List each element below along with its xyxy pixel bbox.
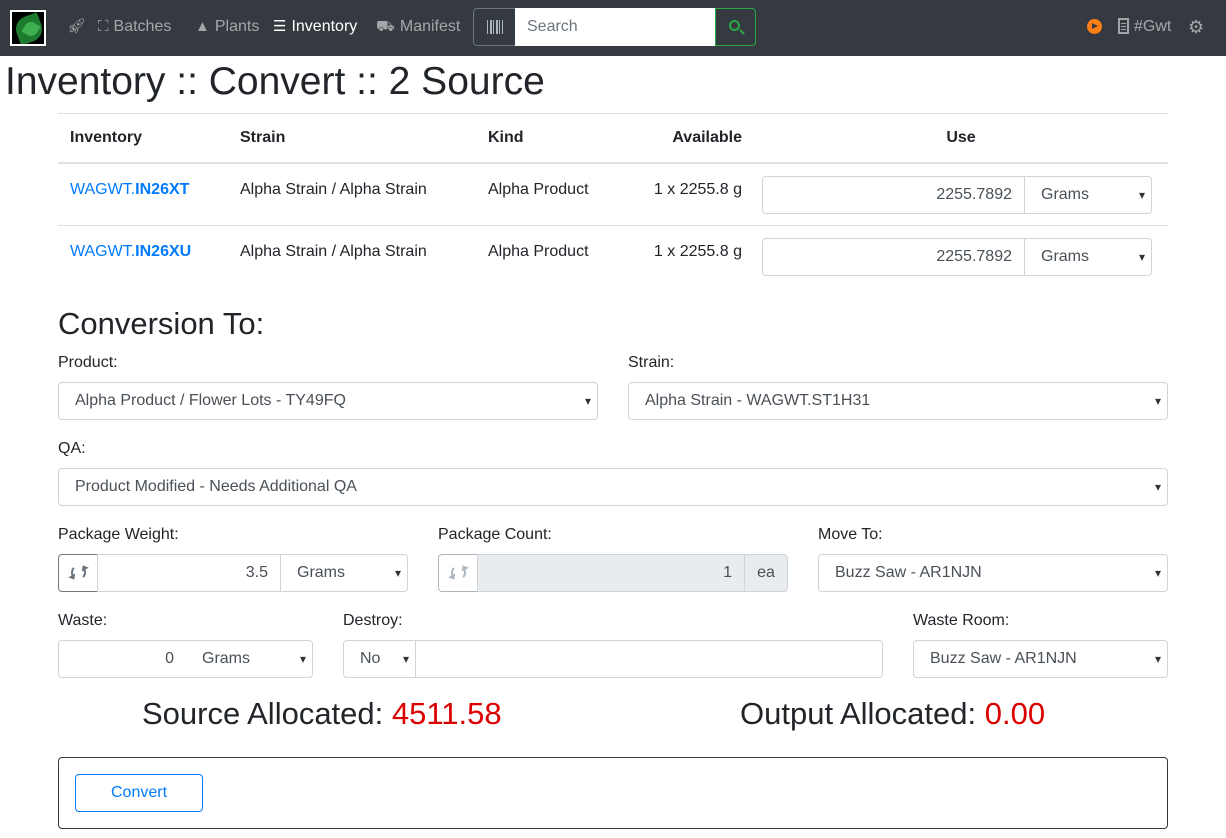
rocket-icon: 🚀︎ <box>67 18 87 35</box>
use-unit-select[interactable]: Grams <box>1025 238 1152 276</box>
play-circle-icon[interactable] <box>1087 19 1102 34</box>
table-header-row: Inventory Strain Kind Available Use <box>58 113 1168 164</box>
inventory-link[interactable]: WAGWT.IN26XT <box>70 181 189 198</box>
col-inventory: Inventory <box>58 113 228 164</box>
inventory-prefix: WAGWT. <box>70 243 136 260</box>
destroy-label: Destroy: <box>343 612 403 629</box>
output-allocated-label: Output Allocated: <box>740 696 985 731</box>
truck-icon: ⛟ <box>376 18 395 35</box>
row-available: 1 x 2255.8 g <box>616 162 754 226</box>
nav-dashboard[interactable]: 🚀︎ <box>67 17 91 37</box>
inventory-id: IN26XU <box>135 243 192 260</box>
row-kind: Alpha Product <box>476 162 616 226</box>
output-allocated-value: 0.00 <box>984 696 1046 731</box>
product-label: Product: <box>58 354 118 371</box>
org-label[interactable]: #Gwt <box>1134 17 1171 37</box>
action-panel: Convert <box>58 757 1168 829</box>
waste-label: Waste: <box>58 612 108 629</box>
table-row: WAGWT.IN26XT Alpha Strain / Alpha Strain… <box>58 162 1168 226</box>
move-to-select[interactable]: Buzz Saw - AR1NJN <box>818 554 1168 592</box>
convert-button[interactable]: Convert <box>75 774 203 812</box>
nav-manifest-label: Manifest <box>399 18 461 35</box>
building-icon <box>1118 18 1129 34</box>
page-title: Inventory :: Convert :: 2 Source <box>5 60 545 103</box>
waste-input[interactable] <box>58 640 187 678</box>
move-to-label: Move To: <box>818 526 883 543</box>
table-row: WAGWT.IN26XU Alpha Strain / Alpha Strain… <box>58 225 1168 289</box>
product-select[interactable]: Alpha Product / Flower Lots - TY49FQ <box>58 382 598 420</box>
package-weight-recalc-button[interactable] <box>58 554 98 592</box>
sync-icon <box>451 565 466 580</box>
row-strain: Alpha Strain / Alpha Strain <box>228 225 476 289</box>
tree-icon: ▲ <box>195 18 210 35</box>
nav-batches[interactable]: ⛶ Batches <box>98 17 171 37</box>
conversion-title: Conversion To: <box>58 306 265 341</box>
package-weight-label: Package Weight: <box>58 526 179 543</box>
crop-frame-icon: ⛶ <box>98 18 109 35</box>
source-inventory-table: Inventory Strain Kind Available Use WAGW… <box>58 113 1168 289</box>
nav-inventory-label: Inventory <box>291 18 358 35</box>
waste-room-select[interactable]: Buzz Saw - AR1NJN <box>913 640 1168 678</box>
row-available: 1 x 2255.8 g <box>616 225 754 289</box>
search-button[interactable] <box>715 8 756 46</box>
inventory-link[interactable]: WAGWT.IN26XU <box>70 243 191 260</box>
app-logo[interactable] <box>10 10 46 46</box>
search-icon <box>729 20 740 31</box>
nav-inventory[interactable]: ☰ Inventory <box>273 17 357 37</box>
nav-batches-label: Batches <box>113 18 172 35</box>
list-icon: ☰ <box>273 18 287 35</box>
package-weight-input[interactable] <box>97 554 281 592</box>
source-allocated-value: 4511.58 <box>391 696 502 731</box>
package-weight-unit-select[interactable]: Grams <box>281 554 408 592</box>
inventory-id: IN26XT <box>135 180 190 198</box>
col-kind: Kind <box>476 113 616 164</box>
waste-unit-select[interactable]: Grams <box>186 640 313 678</box>
row-kind: Alpha Product <box>476 225 616 289</box>
search-input[interactable] <box>515 8 716 46</box>
use-quantity-input[interactable] <box>762 175 1025 214</box>
strain-select[interactable]: Alpha Strain - WAGWT.ST1H31 <box>628 382 1168 420</box>
output-allocated: Output Allocated: 0.00 <box>740 696 1045 732</box>
top-navbar: 🚀︎ ⛶ Batches ▲ Plants ☰ Inventory ⛟ Manifest… <box>0 0 1226 56</box>
inventory-prefix: WAGWT. <box>70 180 136 198</box>
col-use: Use <box>754 113 1168 164</box>
package-count-unit: ea <box>744 554 788 592</box>
use-quantity-input[interactable] <box>762 238 1025 276</box>
col-strain: Strain <box>228 113 476 164</box>
strain-label: Strain: <box>628 354 675 371</box>
source-allocated: Source Allocated: 4511.58 <box>142 696 502 732</box>
waste-room-label: Waste Room: <box>913 612 1010 629</box>
nav-plants-label: Plants <box>214 18 260 35</box>
qa-select[interactable]: Product Modified - Needs Additional QA <box>58 468 1168 506</box>
use-input-group: Grams <box>762 238 1156 276</box>
use-unit-select[interactable]: Grams <box>1025 175 1152 214</box>
nav-plants[interactable]: ▲ Plants <box>195 17 259 37</box>
package-count-label: Package Count: <box>438 526 552 543</box>
qa-label: QA: <box>58 440 86 457</box>
row-strain: Alpha Strain / Alpha Strain <box>228 162 476 226</box>
cogs-icon[interactable]: ⚙ <box>1188 18 1204 36</box>
sync-icon <box>71 565 86 580</box>
barcode-scan-button[interactable] <box>473 8 515 46</box>
package-count-input[interactable] <box>477 554 745 592</box>
source-allocated-label: Source Allocated: <box>142 696 392 731</box>
destroy-note-input[interactable] <box>415 640 883 678</box>
use-input-group: Grams <box>762 175 1156 214</box>
nav-manifest[interactable]: ⛟ Manifest <box>376 17 460 37</box>
col-available: Available <box>616 113 754 164</box>
destroy-select[interactable]: No <box>343 640 416 678</box>
barcode-icon <box>487 20 503 34</box>
package-count-recalc-button[interactable] <box>438 554 478 592</box>
